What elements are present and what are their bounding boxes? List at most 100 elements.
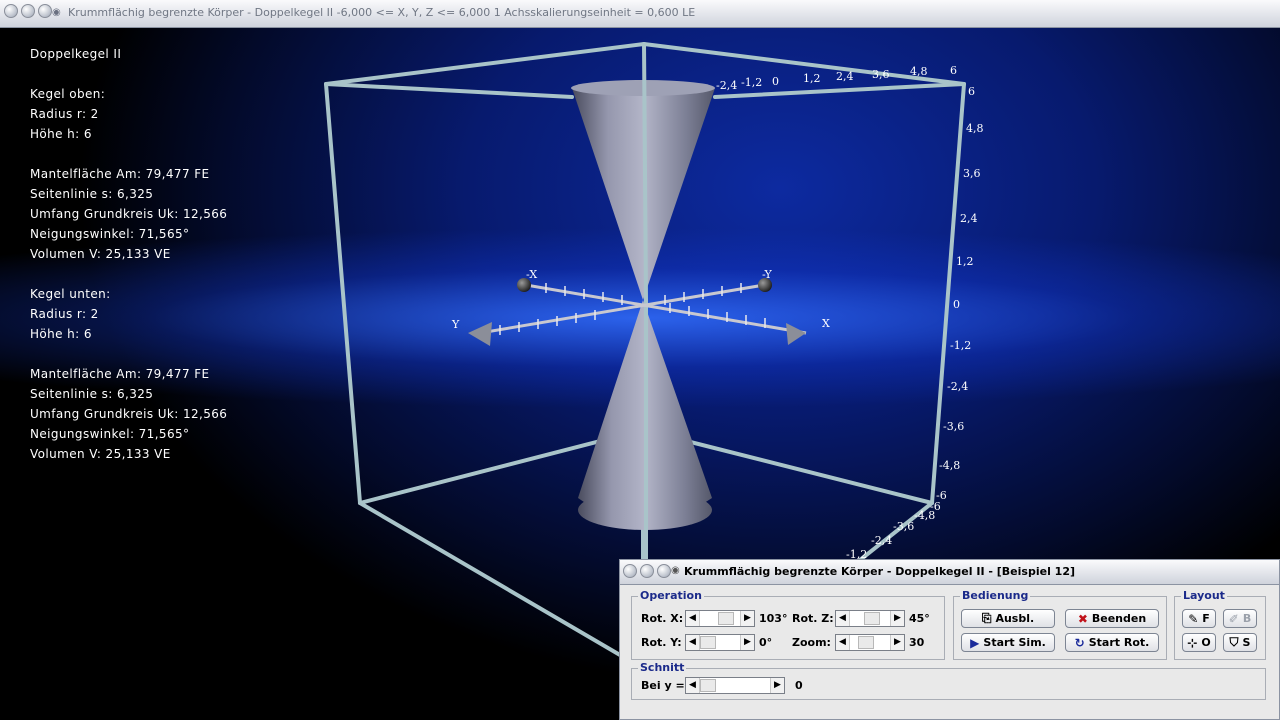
y-axis-arrow bbox=[468, 322, 492, 346]
bottom-tick: -4,8 bbox=[914, 509, 935, 522]
ausbl-button[interactable]: ⎘ Ausbl. bbox=[961, 609, 1055, 628]
upper-cone-seitenlinie: Seitenlinie s: 6,325 bbox=[30, 187, 154, 201]
right-tick: 2,4 bbox=[960, 212, 978, 225]
layout-s-button[interactable]: ⛉ S bbox=[1223, 633, 1257, 652]
top-tick: -1,2 bbox=[741, 76, 762, 89]
operation-group: Operation Rot. X: ◀ ▶ 103° Rot. Z: ◀ ▶ 4… bbox=[631, 589, 945, 660]
layout-f-label: F bbox=[1202, 612, 1210, 625]
layout-b-label: B bbox=[1242, 612, 1252, 625]
top-tick: 6 bbox=[950, 64, 957, 77]
layout-f-button[interactable]: ✎ F bbox=[1182, 609, 1216, 628]
x-axis-arrow bbox=[786, 323, 806, 345]
scroll-right-arrow-icon[interactable]: ▶ bbox=[740, 611, 754, 626]
panel-app-icon: ◉ bbox=[671, 565, 680, 576]
layout-o-button[interactable]: ⊹ O bbox=[1182, 633, 1216, 652]
right-tick: -3,6 bbox=[943, 420, 964, 433]
right-tick: 4,8 bbox=[966, 122, 984, 135]
zoom-slider[interactable]: ◀ ▶ bbox=[835, 634, 905, 651]
ausbl-label: Ausbl. bbox=[995, 612, 1035, 625]
rot-x-value: 103° bbox=[759, 612, 788, 625]
play-icon: ▶ bbox=[970, 635, 980, 650]
app-icon: ◉ bbox=[52, 7, 61, 18]
slider-thumb[interactable] bbox=[700, 636, 716, 649]
y-axis-label: Y bbox=[451, 318, 460, 331]
rot-x-label: Rot. X: bbox=[641, 612, 684, 625]
bedienung-group: Bedienung ⎘ Ausbl. ✖ Beenden ▶ Start Sim… bbox=[953, 589, 1167, 660]
origin-icon: ⊹ bbox=[1187, 635, 1198, 650]
panel-close-button[interactable] bbox=[623, 564, 637, 578]
top-tick: 1,2 bbox=[803, 72, 821, 85]
bottom-tick: -2,4 bbox=[871, 534, 892, 547]
scroll-left-arrow-icon[interactable]: ◀ bbox=[686, 678, 700, 693]
lower-cone-umfang: Umfang Grundkreis Uk: 12,566 bbox=[30, 407, 228, 421]
scroll-left-arrow-icon[interactable]: ◀ bbox=[836, 635, 850, 650]
right-tick: -2,4 bbox=[947, 380, 968, 393]
bedienung-legend: Bedienung bbox=[960, 589, 1031, 602]
schnitt-label: Bei y = bbox=[641, 679, 685, 692]
bottom-scale: -6 -4,8 -3,6 -2,4 -1,2 bbox=[846, 500, 941, 561]
schnitt-value: 0 bbox=[795, 679, 803, 692]
scroll-left-arrow-icon[interactable]: ◀ bbox=[686, 635, 700, 650]
slider-thumb[interactable] bbox=[718, 612, 734, 625]
rot-y-label: Rot. Y: bbox=[641, 636, 682, 649]
top-tick: 0 bbox=[772, 75, 779, 88]
lower-cone-mantel: Mantelfläche Am: 79,477 FE bbox=[30, 367, 210, 381]
rot-z-slider[interactable]: ◀ ▶ bbox=[835, 610, 905, 627]
window-title: Krummflächig begrenzte Körper - Doppelke… bbox=[68, 6, 696, 19]
bounding-box-front bbox=[324, 42, 966, 562]
right-tick: -4,8 bbox=[939, 459, 960, 472]
layout-group: Layout ✎ F ✐ B ⊹ O ⛉ S bbox=[1174, 589, 1266, 660]
close-window-button[interactable] bbox=[4, 4, 18, 18]
neg-y-axis-label: -Y bbox=[762, 268, 773, 281]
main-titlebar[interactable]: ◉ Krummflächig begrenzte Körper - Doppel… bbox=[0, 0, 1280, 28]
panel-title: Krummflächig begrenzte Körper - Doppelke… bbox=[684, 565, 1075, 578]
start-rot-button[interactable]: ↻ Start Rot. bbox=[1065, 633, 1159, 652]
scroll-left-arrow-icon[interactable]: ◀ bbox=[686, 611, 700, 626]
scroll-right-arrow-icon[interactable]: ▶ bbox=[890, 635, 904, 650]
lower-cone-neigung: Neigungswinkel: 71,565° bbox=[30, 427, 190, 441]
maximize-window-button[interactable] bbox=[38, 4, 52, 18]
panel-minimize-button[interactable] bbox=[640, 564, 654, 578]
top-tick: -2,4 bbox=[716, 79, 737, 92]
lower-cone-volumen: Volumen V: 25,133 VE bbox=[30, 447, 171, 461]
start-sim-button[interactable]: ▶ Start Sim. bbox=[961, 633, 1055, 652]
rotate-icon: ↻ bbox=[1074, 635, 1085, 650]
zoom-value: 30 bbox=[909, 636, 925, 649]
panel-maximize-button[interactable] bbox=[657, 564, 671, 578]
right-tick: 0 bbox=[953, 298, 960, 311]
control-panel: ◉ Krummflächig begrenzte Körper - Doppel… bbox=[619, 559, 1280, 720]
info-text: Doppelkegel II Kegel oben: Radius r: 2 H… bbox=[30, 44, 227, 464]
slider-thumb[interactable] bbox=[864, 612, 880, 625]
rot-x-slider[interactable]: ◀ ▶ bbox=[685, 610, 755, 627]
panel-titlebar[interactable]: ◉ Krummflächig begrenzte Körper - Doppel… bbox=[620, 560, 1279, 585]
scroll-right-arrow-icon[interactable]: ▶ bbox=[740, 635, 754, 650]
top-tick: 2,4 bbox=[836, 70, 854, 83]
rot-y-slider[interactable]: ◀ ▶ bbox=[685, 634, 755, 651]
right-tick: 1,2 bbox=[956, 255, 974, 268]
layout-s-label: S bbox=[1242, 636, 1251, 649]
schnitt-slider[interactable]: ◀ ▶ bbox=[685, 677, 785, 694]
top-tick: 4,8 bbox=[910, 65, 928, 78]
minimize-window-button[interactable] bbox=[21, 4, 35, 18]
scroll-right-arrow-icon[interactable]: ▶ bbox=[770, 678, 784, 693]
beenden-button[interactable]: ✖ Beenden bbox=[1065, 609, 1159, 628]
right-tick: -1,2 bbox=[950, 339, 971, 352]
slider-thumb[interactable] bbox=[858, 636, 874, 649]
upper-cone-height: Höhe h: 6 bbox=[30, 127, 92, 141]
scroll-right-arrow-icon[interactable]: ▶ bbox=[890, 611, 904, 626]
schnitt-legend: Schnitt bbox=[638, 661, 687, 674]
window-buttons bbox=[4, 4, 52, 18]
lower-cone-height: Höhe h: 6 bbox=[30, 327, 92, 341]
operation-legend: Operation bbox=[638, 589, 704, 602]
scroll-left-arrow-icon[interactable]: ◀ bbox=[836, 611, 850, 626]
slider-thumb[interactable] bbox=[700, 679, 716, 692]
bucket-icon: ⛉ bbox=[1229, 635, 1239, 649]
upper-cone-neigung: Neigungswinkel: 71,565° bbox=[30, 227, 190, 241]
bottom-tick: -3,6 bbox=[893, 520, 914, 533]
layout-b-button[interactable]: ✐ B bbox=[1223, 609, 1257, 628]
right-tick: 6 bbox=[968, 85, 975, 98]
layout-legend: Layout bbox=[1181, 589, 1227, 602]
beenden-label: Beenden bbox=[1091, 612, 1147, 625]
info-heading: Doppelkegel II bbox=[30, 47, 122, 61]
hide-icon: ⎘ bbox=[981, 611, 992, 625]
